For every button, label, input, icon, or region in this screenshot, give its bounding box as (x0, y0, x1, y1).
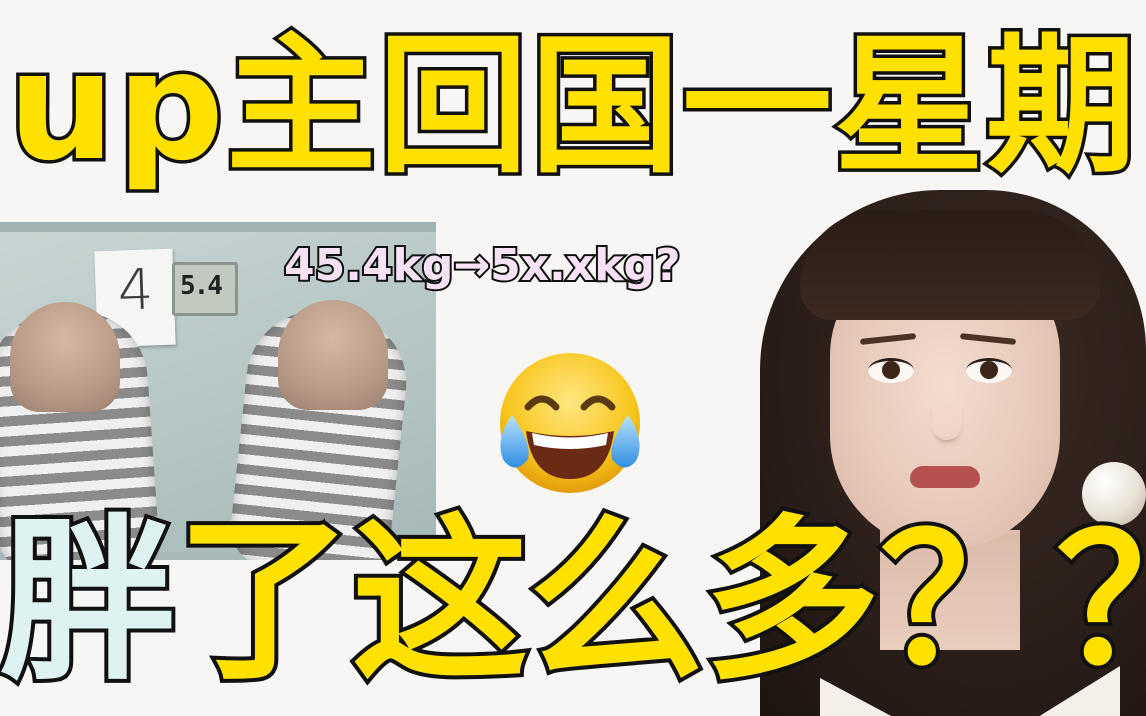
video-thumbnail: 4 5.4 up主回国一星期 45.4kg→5x.xkg? 胖了这么多？？ (0, 0, 1146, 716)
thumbnail-title: up主回国一星期 (4, 19, 1139, 196)
right-eye (966, 358, 1012, 383)
caption-first-char: 胖 (0, 498, 180, 706)
bottom-caption: 胖了这么多？？ (0, 498, 1146, 716)
right-foot (278, 300, 388, 410)
left-eye (868, 358, 914, 383)
scale-display: 5.4 (172, 262, 238, 316)
nose (932, 400, 962, 440)
note-digit: 4 (116, 257, 155, 324)
face-with-tears-of-joy-icon (500, 353, 640, 493)
fringe (800, 210, 1100, 320)
weight-change-text: 45.4kg→5x.xkg? (282, 238, 683, 293)
left-foot (10, 302, 120, 412)
scale-display-reading: 5.4 (180, 271, 223, 301)
caption-rest: 了这么多？？ (172, 498, 1146, 706)
mouth (910, 466, 980, 488)
